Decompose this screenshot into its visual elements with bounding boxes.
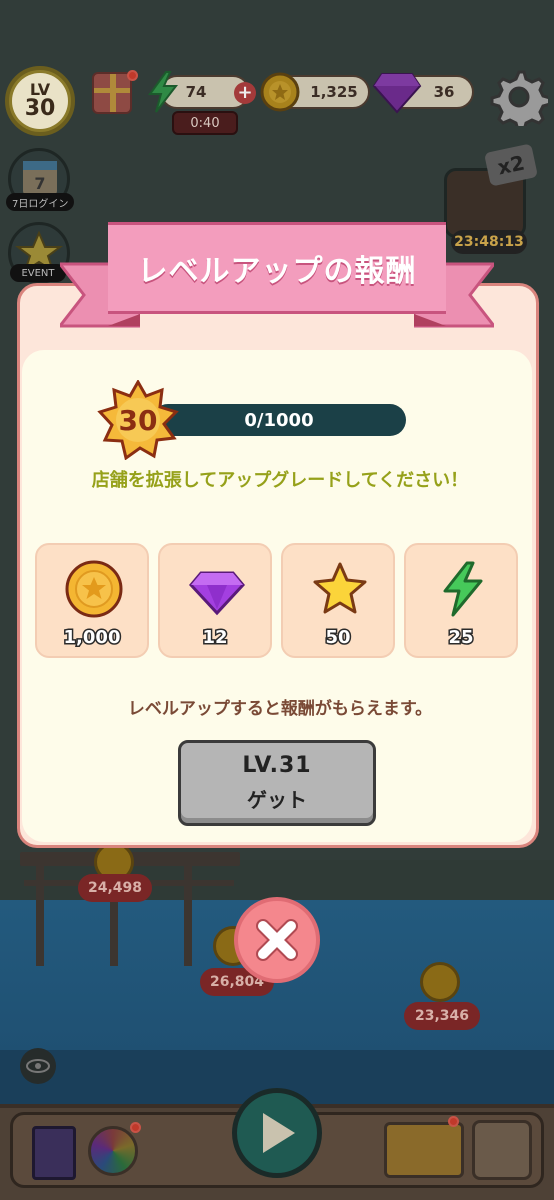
- settings-gear-icon[interactable]: [490, 68, 552, 132]
- reward-stars: 50: [281, 543, 395, 658]
- energy-timer: 0:40: [172, 111, 238, 135]
- reward-stars-value: 50: [324, 626, 352, 650]
- gem-icon: [187, 559, 247, 619]
- modal-title: レベルアップの報酬: [137, 254, 417, 289]
- progress-text: 0/1000: [244, 409, 314, 431]
- chest-timer: 23:48:13: [451, 230, 527, 254]
- notification-dot: [127, 70, 138, 81]
- reward-coins: 1,000: [35, 543, 149, 658]
- reward-coins-value: 1,000: [62, 626, 122, 650]
- energy-value: 74: [185, 83, 207, 101]
- login-day: 7: [34, 174, 45, 193]
- bg-value-pill: 24,498: [78, 874, 152, 902]
- close-icon: [256, 919, 298, 961]
- reward-note: レベルアップすると報酬がもらえます。: [127, 699, 433, 719]
- energy-icon: [146, 70, 180, 114]
- bg-coin-icon: [420, 962, 460, 1002]
- pier-leg: [36, 866, 44, 966]
- bg-value-pill: 23,346: [404, 1002, 480, 1030]
- notification-dot: [448, 1116, 459, 1127]
- eye-icon[interactable]: [20, 1048, 56, 1084]
- coin-icon: [64, 559, 124, 619]
- add-energy-button[interactable]: +: [234, 82, 256, 104]
- player-level-badge[interactable]: LV 30: [5, 66, 75, 136]
- login-label: 7日ログイン: [6, 193, 75, 211]
- claim-label: ゲット: [247, 788, 307, 812]
- level-progress-bar: 0/1000: [152, 404, 406, 436]
- gift-icon[interactable]: [92, 72, 132, 114]
- energy-icon: [433, 559, 493, 619]
- event-label: EVENT: [10, 264, 66, 282]
- book-icon[interactable]: [32, 1126, 76, 1180]
- claim-reward-button[interactable]: LV.31 ゲット: [178, 740, 376, 826]
- play-button[interactable]: [232, 1088, 322, 1178]
- claim-level-label: LV.31: [242, 753, 312, 778]
- upgrade-hint: 店舗を拡張してアップグレードしてください！: [91, 470, 469, 491]
- coin-icon: [260, 72, 300, 112]
- reward-energy: 25: [404, 543, 518, 658]
- close-button[interactable]: [234, 897, 320, 983]
- gem-value: 36: [433, 83, 455, 101]
- crown-pass-icon[interactable]: [384, 1122, 464, 1178]
- star-icon: [310, 559, 370, 619]
- shop-icon[interactable]: [472, 1120, 532, 1180]
- coin-value: 1,325: [310, 83, 358, 101]
- level-value: 30: [24, 96, 56, 121]
- reward-gems-value: 12: [201, 626, 229, 650]
- reward-gems: 12: [158, 543, 272, 658]
- gem-icon: [372, 70, 422, 114]
- pier-leg: [184, 866, 192, 966]
- ribbon-banner: レベルアップの報酬: [108, 222, 446, 314]
- color-wheel-icon[interactable]: [88, 1126, 138, 1176]
- current-level: 30: [118, 403, 158, 437]
- notification-dot: [130, 1122, 141, 1133]
- reward-energy-value: 25: [447, 626, 475, 650]
